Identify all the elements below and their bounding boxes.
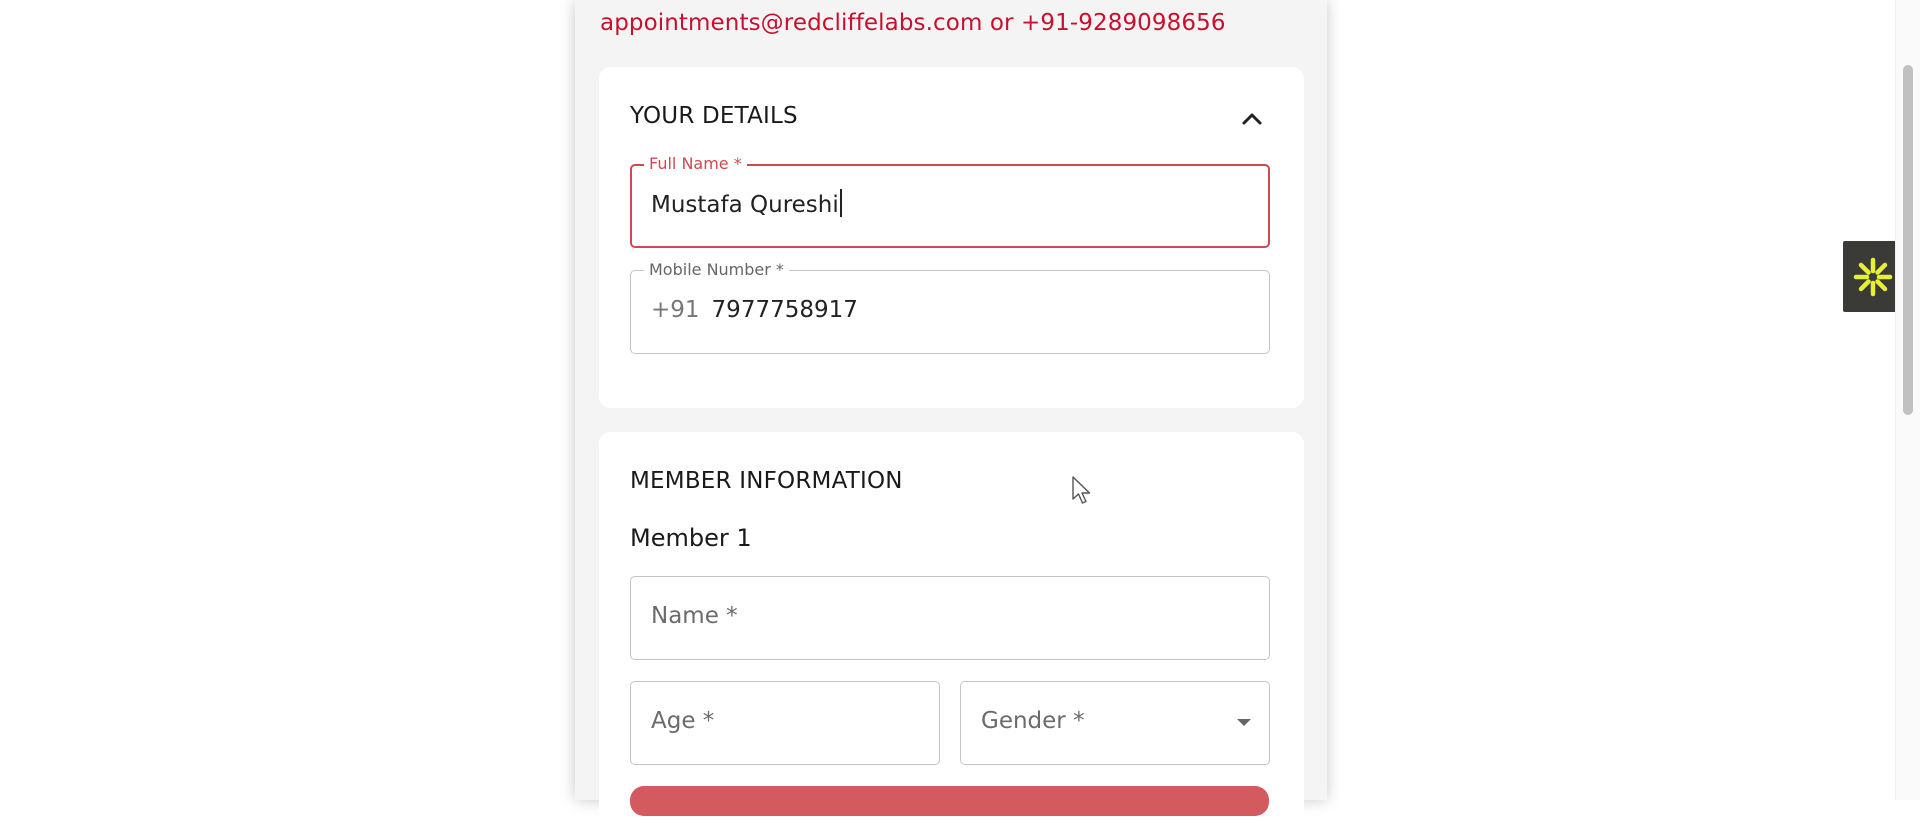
full-name-value: Mustafa Qureshi (651, 192, 839, 218)
asterisk-burst-icon (1853, 257, 1893, 296)
member-name-input[interactable]: Name * (630, 576, 1270, 660)
member-name-placeholder: Name * (651, 603, 738, 629)
your-details-card: YOUR DETAILS Full Name * Mustafa Qureshi… (599, 67, 1304, 408)
chevron-up-icon (1242, 113, 1262, 125)
triangle-down-icon (1237, 719, 1251, 726)
mobile-number-label: Mobile Number * (644, 260, 789, 280)
your-details-heading: YOUR DETAILS (630, 103, 798, 129)
scrollbar-thumb[interactable] (1903, 65, 1913, 415)
floating-widget-button[interactable] (1843, 241, 1903, 312)
member-information-heading: MEMBER INFORMATION (630, 468, 903, 494)
full-name-label: Full Name * (644, 154, 747, 174)
page-scrollbar[interactable] (1895, 0, 1920, 800)
mobile-number-value: 7977758917 (711, 297, 858, 323)
member-1-label: Member 1 (630, 524, 752, 552)
mouse-pointer-icon (1072, 476, 1091, 504)
member-age-placeholder: Age * (651, 708, 715, 734)
full-name-field[interactable]: Full Name * Mustafa Qureshi (630, 154, 1270, 248)
contact-info-text: appointments@redcliffelabs.com or +91-92… (600, 10, 1226, 36)
collapse-toggle-button[interactable] (1236, 103, 1268, 135)
submit-button[interactable] (630, 786, 1269, 816)
text-caret (839, 189, 842, 217)
member-gender-placeholder: Gender * (981, 708, 1085, 734)
country-code-prefix: +91 (651, 297, 700, 323)
member-information-card: MEMBER INFORMATION Member 1 Name * Age *… (599, 432, 1304, 832)
member-age-input[interactable]: Age * (630, 681, 940, 765)
mobile-number-field[interactable]: Mobile Number * +91 7977758917 (630, 260, 1270, 354)
member-gender-select[interactable]: Gender * (960, 681, 1270, 765)
